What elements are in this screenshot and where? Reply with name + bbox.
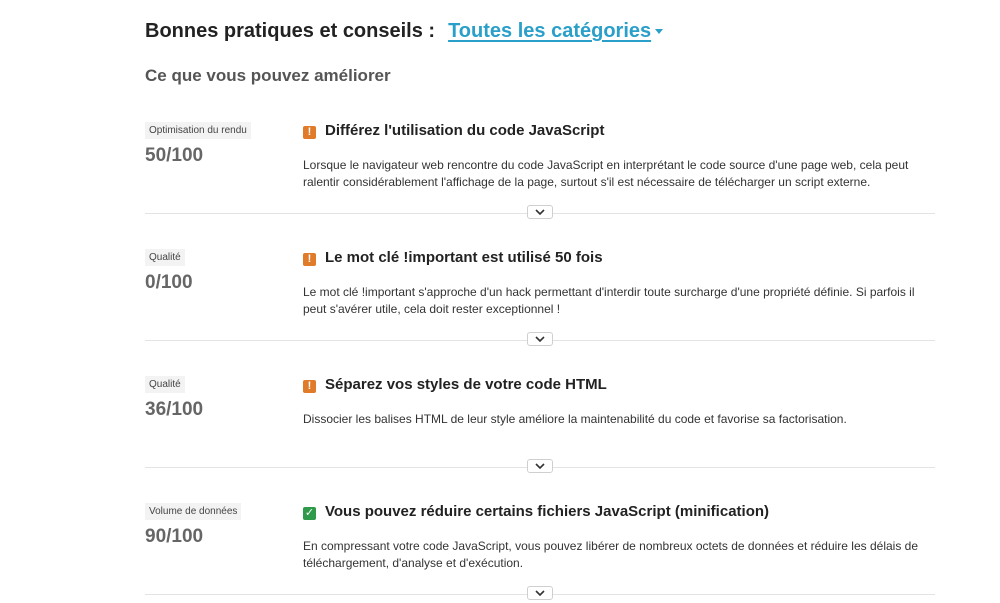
score-value: 36/100	[145, 399, 204, 420]
category-badge: Qualité	[145, 249, 185, 266]
best-practices-page: Bonnes pratiques et conseils : Toutes le…	[0, 0, 1000, 603]
category-badge: Qualité	[145, 376, 185, 393]
chevron-down-icon[interactable]	[535, 463, 545, 469]
score-value: 0/100	[145, 272, 193, 293]
page-header: Bonnes pratiques et conseils : Toutes le…	[145, 20, 664, 43]
category-filter-dropdown[interactable]: Toutes les catégories	[448, 20, 664, 43]
recommendation-item: Qualité 36/100 ! Séparez vos styles de v…	[145, 376, 935, 473]
chevron-down-icon[interactable]	[535, 209, 545, 215]
recommendation-title: Vous pouvez réduire certains fichiers Ja…	[325, 503, 770, 520]
warning-icon: !	[303, 126, 316, 139]
chevron-down-icon[interactable]	[535, 590, 545, 596]
warning-icon: !	[303, 253, 316, 266]
recommendation-item: Optimisation du rendu 50/100 ! Différez …	[145, 122, 935, 219]
recommendation-description: Lorsque le navigateur web rencontre du c…	[303, 158, 909, 189]
expand-button[interactable]	[527, 586, 553, 600]
chevron-down-icon[interactable]	[535, 336, 545, 342]
expand-button[interactable]	[527, 205, 553, 219]
check-icon: ✓	[303, 507, 316, 520]
caret-down-icon[interactable]	[655, 29, 664, 34]
recommendation-description: Dissocier les balises HTML de leur style…	[303, 412, 847, 426]
recommendation-item: Qualité 0/100 ! Le mot clé !important es…	[145, 249, 935, 346]
expand-button[interactable]	[527, 459, 553, 473]
category-badge: Optimisation du rendu	[145, 122, 251, 139]
recommendation-item: Volume de données 90/100 ✓ Vous pouvez r…	[145, 503, 935, 600]
expand-button[interactable]	[527, 332, 553, 346]
recommendation-title: Séparez vos styles de votre code HTML	[325, 376, 607, 393]
recommendation-description: Le mot clé !important s'approche d'un ha…	[303, 285, 915, 316]
category-badge: Volume de données	[145, 503, 242, 520]
warning-icon: !	[303, 380, 316, 393]
score-value: 50/100	[145, 145, 204, 166]
recommendation-title: Le mot clé !important est utilisé 50 foi…	[325, 249, 603, 266]
recommendation-description: En compressant votre code JavaScript, vo…	[303, 539, 919, 570]
page-title: Bonnes pratiques et conseils :	[145, 20, 436, 42]
recommendation-title: Différez l'utilisation du code JavaScrip…	[325, 122, 605, 139]
category-filter-label[interactable]: Toutes les catégories	[448, 20, 651, 43]
score-value: 90/100	[145, 526, 204, 547]
section-subtitle: Ce que vous pouvez améliorer	[145, 66, 391, 85]
